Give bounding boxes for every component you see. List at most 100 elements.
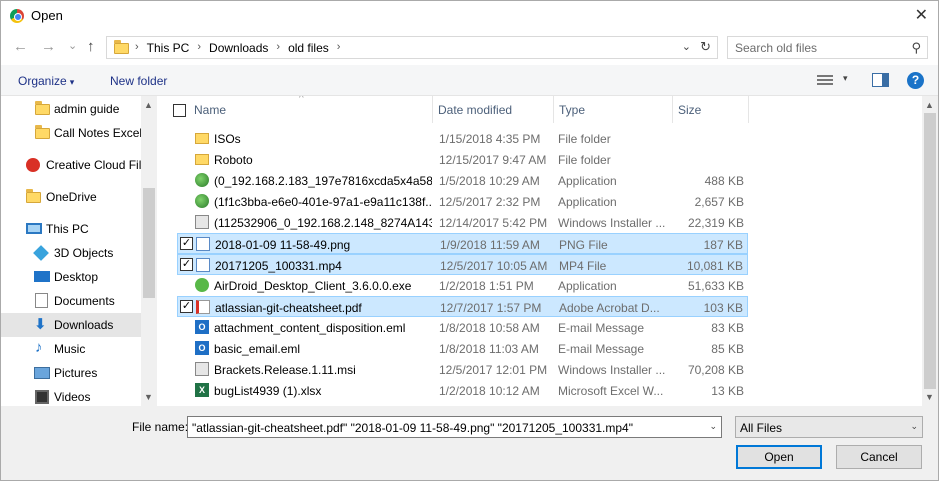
desktop-icon [34, 271, 50, 282]
file-row[interactable]: O basic_email.eml 1/8/2018 11:03 AM E-ma… [177, 338, 748, 359]
view-dropdown-icon[interactable]: ▾ [843, 73, 848, 84]
file-name: bugList4939 (1).xlsx [214, 384, 322, 398]
file-row[interactable]: X bugList4939 (1).xlsx 1/2/2018 10:12 AM… [177, 380, 748, 401]
view-details-icon[interactable] [817, 74, 833, 87]
sidebar-item-desktop[interactable]: Desktop [1, 265, 141, 289]
scroll-down-icon[interactable]: ▼ [144, 392, 153, 402]
file-row[interactable]: ✓ 20171205_100331.mp4 12/5/2017 10:05 AM… [177, 254, 748, 275]
column-header-label: Name [194, 103, 227, 117]
sidebar-item-music[interactable]: ♪ Music [1, 337, 141, 361]
scroll-up-icon[interactable]: ▲ [925, 100, 934, 110]
column-header-size[interactable]: Size [673, 96, 749, 123]
navigation-pane: admin guide Call Notes Excel Creative Cl… [1, 96, 157, 406]
file-date-modified: 1/9/2018 11:59 AM [440, 238, 540, 252]
file-row[interactable]: Brackets.Release.1.11.msi 12/5/2017 12:0… [177, 359, 748, 380]
file-name-dropdown-icon[interactable]: ⌄ [709, 421, 717, 432]
file-list: ^ Name Date modified Type Size ISOs 1/15… [157, 96, 938, 406]
file-row[interactable]: O attachment_content_disposition.eml 1/8… [177, 317, 748, 338]
sidebar-item-label: Call Notes Excel [54, 126, 143, 140]
breadcrumb-downloads[interactable]: Downloads [209, 41, 268, 55]
forward-arrow-icon[interactable]: → [41, 38, 56, 55]
sidebar-item-creative-cloud[interactable]: Creative Cloud Fil [1, 153, 141, 177]
sidebar-item-pictures[interactable]: Pictures [1, 361, 141, 385]
cancel-button[interactable]: Cancel [836, 445, 922, 469]
sidebar-item-label: Downloads [54, 318, 114, 332]
scrollbar-thumb[interactable] [924, 113, 936, 389]
this-pc-icon [26, 223, 42, 234]
address-bar[interactable]: › This PC › Downloads › old files › ⌄ ↻ [106, 36, 718, 59]
address-dropdown-icon[interactable]: ⌄ [682, 40, 691, 53]
back-arrow-icon[interactable]: ← [13, 38, 28, 55]
pdf-file-icon [196, 300, 210, 314]
file-row[interactable]: AirDroid_Desktop_Client_3.6.0.0.exe 1/2/… [177, 275, 748, 296]
file-name: basic_email.eml [214, 342, 301, 356]
scroll-up-icon[interactable]: ▲ [144, 100, 153, 110]
row-checkbox[interactable]: ✓ [180, 300, 193, 313]
title-bar: Open ✕ [1, 1, 938, 31]
row-checkbox[interactable]: ✓ [180, 258, 193, 271]
breadcrumb-old-files[interactable]: old files [288, 41, 329, 55]
breadcrumb-separator: › [135, 41, 139, 53]
file-name: (112532906_0_192.168.2.148_8274A143... [214, 216, 432, 230]
help-icon[interactable]: ? [907, 72, 924, 89]
sidebar-item-downloads[interactable]: ⬇ Downloads [1, 313, 141, 337]
file-row[interactable]: ✓ 2018-01-09 11-58-49.png 1/9/2018 11:59… [177, 233, 748, 254]
file-name: Roboto [214, 153, 253, 167]
navigation-scrollbar[interactable]: ▲ ▼ [141, 96, 157, 406]
file-row[interactable]: (1f1c3bba-e6e0-401e-97a1-e9a11c138f... 1… [177, 191, 748, 212]
close-icon[interactable]: ✕ [915, 5, 928, 25]
file-type-dropdown-icon[interactable]: ⌄ [910, 421, 918, 432]
file-name: attachment_content_disposition.eml [214, 321, 406, 335]
open-button[interactable]: Open [736, 445, 822, 469]
file-date-modified: 1/2/2018 1:51 PM [439, 279, 534, 293]
breadcrumb-this-pc[interactable]: This PC [147, 41, 190, 55]
videos-icon [35, 390, 49, 404]
installer-icon [195, 215, 209, 229]
sidebar-item-3d-objects[interactable]: 3D Objects [1, 241, 141, 265]
folder-icon [114, 40, 129, 54]
file-list-scrollbar[interactable]: ▲ ▼ [922, 96, 938, 406]
chrome-icon [10, 9, 24, 23]
file-type: Application [558, 195, 617, 209]
new-folder-button[interactable]: New folder [110, 74, 167, 88]
scroll-down-icon[interactable]: ▼ [925, 392, 934, 402]
file-name-value: "atlassian-git-cheatsheet.pdf" "2018-01-… [192, 421, 633, 435]
file-row[interactable]: (112532906_0_192.168.2.148_8274A143... 1… [177, 212, 748, 233]
sidebar-item-call-notes-excel[interactable]: Call Notes Excel [1, 121, 143, 145]
select-all-checkbox[interactable] [173, 104, 186, 117]
file-size: 83 KB [711, 321, 744, 335]
organize-dropdown-icon: ▾ [69, 77, 75, 87]
sidebar-item-onedrive[interactable]: OneDrive [1, 185, 141, 209]
search-input[interactable]: Search old files ⚲ [727, 36, 928, 59]
folder-icon [35, 101, 50, 115]
column-header-type[interactable]: Type [554, 96, 673, 123]
row-checkbox[interactable]: ✓ [180, 237, 193, 250]
organize-button[interactable]: Organize ▾ [18, 74, 74, 88]
png-file-icon [196, 237, 210, 251]
column-header-date-modified[interactable]: Date modified [433, 96, 554, 123]
column-header-name[interactable]: Name [189, 96, 433, 123]
downloads-icon: ⬇ [34, 316, 47, 333]
recent-locations-chevron-icon[interactable]: ⌄ [68, 39, 77, 52]
sidebar-item-documents[interactable]: Documents [1, 289, 141, 313]
sidebar-item-videos[interactable]: Videos [1, 385, 141, 406]
file-row[interactable]: ✓ atlassian-git-cheatsheet.pdf 12/7/2017… [177, 296, 748, 317]
file-size: 85 KB [711, 342, 744, 356]
file-name-field[interactable]: "atlassian-git-cheatsheet.pdf" "2018-01-… [187, 416, 722, 438]
open-dialog: Open ✕ ← → ⌄ ↑ › This PC › Downloads › o… [0, 0, 939, 481]
search-icon[interactable]: ⚲ [911, 40, 921, 56]
column-header-row: ^ Name Date modified Type Size [157, 96, 922, 123]
file-type-select[interactable]: All Files ⌄ [735, 416, 923, 438]
file-size: 187 KB [703, 238, 743, 252]
file-name-label: File name: [132, 420, 189, 434]
up-arrow-icon[interactable]: ↑ [87, 38, 95, 55]
scrollbar-thumb[interactable] [143, 188, 155, 298]
folder-icon [195, 133, 209, 144]
preview-pane-icon[interactable] [872, 73, 889, 87]
sidebar-item-this-pc[interactable]: This PC [1, 217, 141, 241]
sidebar-item-admin-guide[interactable]: admin guide [1, 97, 141, 121]
file-row[interactable]: Roboto 12/15/2017 9:47 AM File folder [177, 149, 748, 170]
file-row[interactable]: ISOs 1/15/2018 4:35 PM File folder [177, 128, 748, 149]
refresh-icon[interactable]: ↻ [700, 39, 711, 55]
file-row[interactable]: (0_192.168.2.183_197e7816xcda5x4a58x... … [177, 170, 748, 191]
